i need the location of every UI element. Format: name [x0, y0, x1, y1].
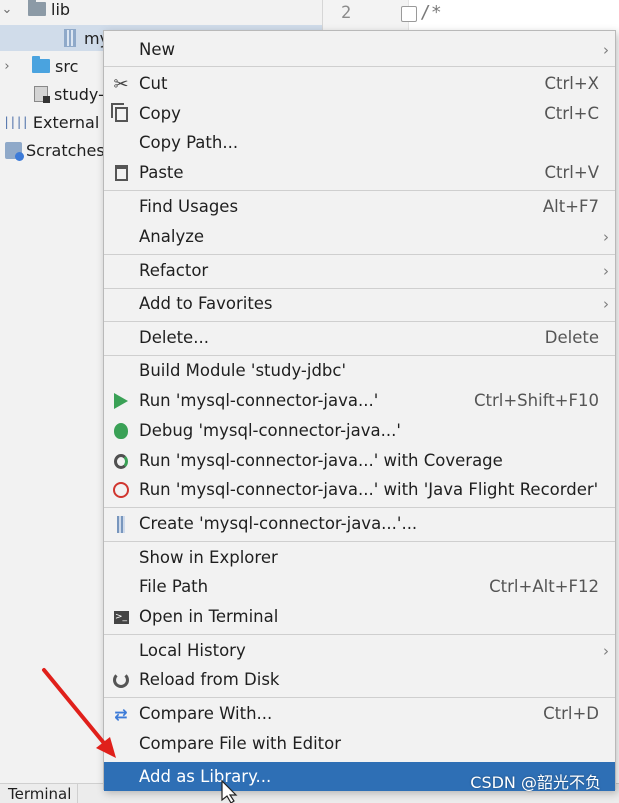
- menu-item-delete[interactable]: Delete... Delete: [104, 323, 615, 352]
- submenu-arrow-icon: ›: [603, 40, 609, 59]
- folder-icon: [28, 0, 46, 16]
- menu-separator: [104, 507, 615, 508]
- jar-icon: [111, 514, 131, 534]
- compare-icon: ⇄: [114, 704, 128, 724]
- submenu-arrow-icon: ›: [603, 641, 609, 660]
- submenu-arrow-icon: ›: [603, 294, 609, 313]
- menu-separator: [104, 697, 615, 698]
- chevron-right-icon[interactable]: ›: [0, 59, 14, 74]
- menu-separator: [104, 254, 615, 255]
- code-line[interactable]: /*: [420, 2, 442, 23]
- terminal-tab[interactable]: Terminal: [0, 784, 79, 803]
- menu-item-debug[interactable]: Debug 'mysql-connector-java...': [104, 416, 615, 445]
- coverage-icon: [111, 451, 131, 471]
- menu-separator: [104, 541, 615, 542]
- line-number: 2: [341, 3, 352, 23]
- tree-item-lib[interactable]: ⌄ lib: [0, 0, 70, 22]
- jar-icon: [64, 29, 76, 47]
- scratches-icon: [5, 141, 24, 161]
- menu-item-build-module[interactable]: Build Module 'study-jdbc': [104, 356, 615, 385]
- run-icon: [111, 391, 131, 411]
- menu-item-analyze[interactable]: Analyze ›: [104, 222, 615, 251]
- menu-item-open-in-terminal[interactable]: >_ Open in Terminal: [104, 602, 615, 631]
- menu-item-copy-path[interactable]: Copy Path...: [104, 128, 615, 157]
- copy-icon: [110, 102, 131, 124]
- menu-item-reload-from-disk[interactable]: Reload from Disk: [104, 665, 615, 694]
- terminal-icon: >_: [113, 610, 129, 624]
- folder-icon: [32, 56, 50, 73]
- menu-item-new[interactable]: New ›: [104, 35, 615, 64]
- reload-icon: [111, 670, 131, 690]
- menu-item-compare-file-with-editor[interactable]: Compare File with Editor: [104, 729, 615, 758]
- scissors-icon: ✂: [113, 73, 129, 95]
- menu-item-show-in-explorer[interactable]: Show in Explorer: [104, 543, 615, 572]
- context-menu: New › ✂ Cut Ctrl+X Copy Ctrl+C Copy Path…: [103, 30, 616, 791]
- menu-item-file-path[interactable]: File Path Ctrl+Alt+F12: [104, 572, 615, 601]
- menu-separator: [104, 321, 615, 322]
- menu-item-compare-with[interactable]: ⇄ Compare With... Ctrl+D: [104, 699, 615, 728]
- menu-separator: [104, 634, 615, 635]
- menu-item-add-to-favorites[interactable]: Add to Favorites ›: [104, 289, 615, 318]
- menu-item-run[interactable]: Run 'mysql-connector-java...' Ctrl+Shift…: [104, 386, 615, 415]
- chevron-down-icon[interactable]: ⌄: [0, 2, 14, 17]
- menu-item-run-with-coverage[interactable]: Run 'mysql-connector-java...' with Cover…: [104, 446, 615, 475]
- menu-item-copy[interactable]: Copy Ctrl+C: [104, 99, 615, 128]
- watermark: CSDN @韶光不负: [470, 773, 601, 792]
- menu-item-find-usages[interactable]: Find Usages Alt+F7: [104, 192, 615, 221]
- menu-item-paste[interactable]: Paste Ctrl+V: [104, 158, 615, 187]
- library-icon: ||||: [3, 115, 29, 129]
- tree-item-external-libraries[interactable]: |||| External L: [3, 109, 113, 135]
- tree-item-src[interactable]: › src: [0, 53, 78, 79]
- menu-item-create-run-config[interactable]: Create 'mysql-connector-java...'...: [104, 509, 615, 538]
- fold-icon[interactable]: [401, 6, 417, 22]
- flight-recorder-icon: [111, 480, 131, 500]
- menu-separator: [104, 66, 615, 67]
- debug-icon: [111, 421, 131, 441]
- tree-item-scratches[interactable]: Scratches: [5, 137, 105, 163]
- menu-separator: [104, 190, 615, 191]
- menu-item-cut[interactable]: ✂ Cut Ctrl+X: [104, 69, 615, 98]
- menu-item-local-history[interactable]: Local History ›: [104, 636, 615, 665]
- module-file-icon: [34, 86, 50, 103]
- menu-item-run-with-jfr[interactable]: Run 'mysql-connector-java...' with 'Java…: [104, 475, 615, 504]
- submenu-arrow-icon: ›: [603, 227, 609, 246]
- tree-item-iml[interactable]: study-: [34, 81, 104, 107]
- menu-item-refactor[interactable]: Refactor ›: [104, 256, 615, 285]
- paste-icon: [111, 163, 131, 183]
- submenu-arrow-icon: ›: [603, 261, 609, 280]
